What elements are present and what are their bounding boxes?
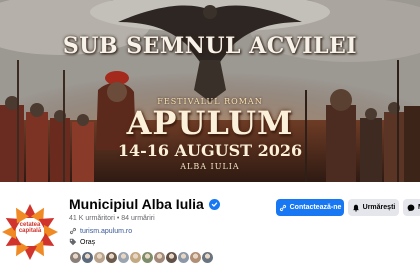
contact-button-label: Contactează-ne: [289, 204, 342, 211]
follow-button[interactable]: Urmărești: [348, 199, 399, 216]
contact-button[interactable]: Contactează-ne: [276, 199, 344, 216]
page-category: Oraș: [80, 238, 96, 246]
page-name-row: Municipiul Alba Iulia: [69, 196, 220, 212]
messenger-icon: [407, 204, 415, 211]
follower-stats[interactable]: 41 K urmăritori • 84 urmăriri: [69, 215, 155, 222]
cover-photo[interactable]: SUB SEMNUL ACVILEI FESTIVALUL ROMAN APUL…: [0, 0, 420, 182]
avatar-logo-text: cetatea capitală: [10, 222, 50, 234]
verified-badge-icon: [208, 198, 220, 210]
follower-avatar[interactable]: [201, 251, 214, 264]
follower-avatars[interactable]: [69, 251, 214, 264]
cover-dates: 14-16 AUGUST 2026: [117, 141, 303, 160]
link-icon: [279, 204, 286, 211]
message-button[interactable]: M: [403, 199, 420, 216]
cover-city: ALBA IULIA: [180, 162, 240, 171]
website-link[interactable]: turism.apulum.ro: [80, 228, 132, 235]
bell-icon: [352, 204, 359, 212]
profile-avatar[interactable]: cetatea capitală: [0, 192, 62, 272]
cover-event-name: APULUM: [126, 104, 294, 142]
page-name[interactable]: Municipiul Alba Iulia: [69, 196, 204, 212]
tag-icon: [69, 238, 77, 246]
follow-button-label: Urmărești: [362, 204, 396, 211]
link-icon: [69, 227, 77, 235]
cover-title: SUB SEMNUL ACVILEI: [62, 33, 358, 59]
website-row[interactable]: turism.apulum.ro: [69, 227, 132, 235]
avatar-line-2: capitală: [18, 228, 42, 234]
category-row: Oraș: [69, 238, 95, 246]
